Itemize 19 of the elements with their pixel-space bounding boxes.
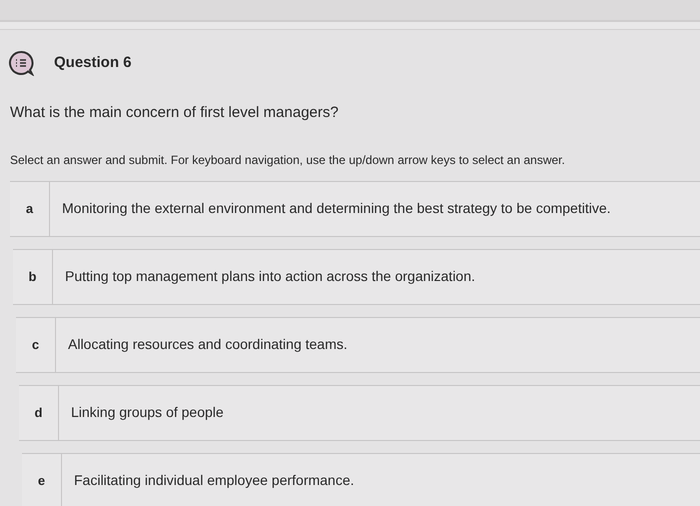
instructions: Select an answer and submit. For keyboard navigation, use the up/down arrow keys to select an answer. — [9, 152, 566, 168]
option-letter: b — [13, 250, 53, 304]
option-letter: c — [16, 318, 56, 372]
answer-option[interactable]: b Putting top management plans into action across the organization. — [13, 248, 700, 304]
quiz-icon — [8, 50, 34, 76]
option-text: Monitoring the external environment and determining the best strategy to be competitive. — [61, 199, 611, 218]
option-text: Facilitating individual employee performance. — [73, 471, 354, 490]
option-letter: a — [10, 182, 50, 236]
answer-option[interactable]: e Facilitating individual employee performance. — [22, 452, 700, 506]
question-title: Question 6 — [54, 52, 132, 73]
option-text: Putting top management plans into action across the organization. — [64, 267, 476, 286]
answer-option[interactable]: d Linking groups of people — [19, 384, 700, 440]
answer-option[interactable]: a Monitoring the external environment and determining the best strategy to be competitive. — [10, 180, 700, 236]
option-letter: e — [22, 454, 62, 506]
option-letter: d — [19, 386, 59, 440]
answer-option[interactable]: c Allocating resources and coordinating teams. — [16, 316, 700, 372]
option-text: Allocating resources and coordinating teams. — [67, 335, 348, 354]
question-text: What is the main concern of first level managers? — [9, 103, 340, 123]
option-text: Linking groups of people — [70, 403, 224, 422]
